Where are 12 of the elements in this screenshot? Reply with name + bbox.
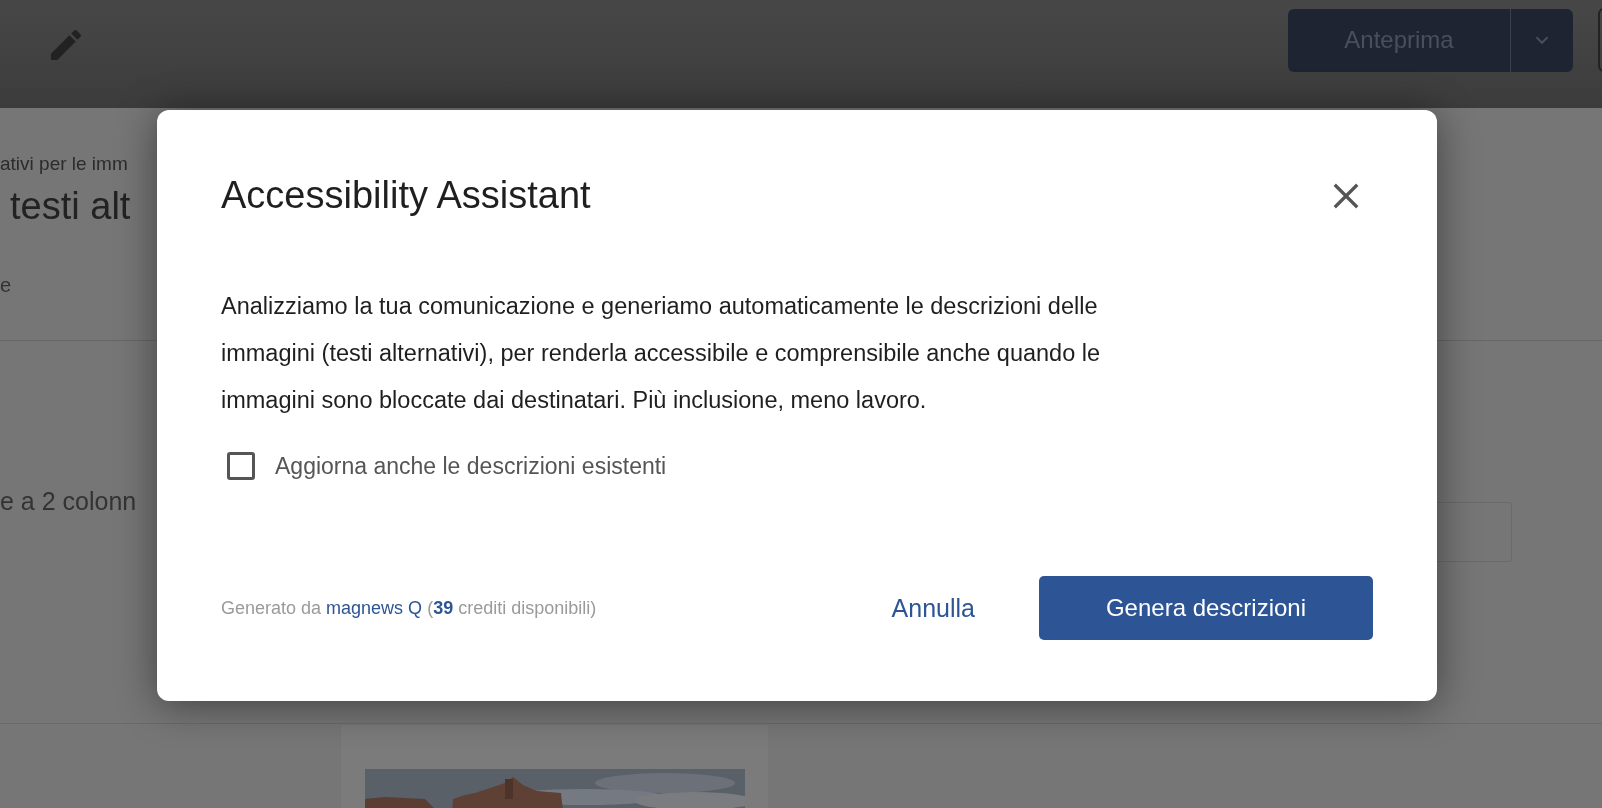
layout-label: e a 2 colonn <box>0 487 138 516</box>
chevron-down-icon <box>1535 35 1549 45</box>
page-heading: testi alt <box>9 185 132 228</box>
credits-note: Generato da magnews Q (39 crediti disponibili) <box>221 597 597 619</box>
cancel-button[interactable]: Annulla <box>877 583 989 633</box>
generate-button[interactable]: Genera descrizioni <box>1039 576 1373 640</box>
dialog-title: Accessibility Assistant <box>221 174 591 217</box>
dialog-description: Analizziamo la tua comunicazione e generiamo automaticamente le descrizioni delle immagini (testi alternativi), per renderla accessibile e comprensibile anche quando le immagini sono bloccate dai destinatari. Più inclusione, meno lavoro. <box>221 292 1102 415</box>
checkbox-label[interactable]: Aggiorna anche le descrizioni esistenti <box>275 452 667 480</box>
magnews-link[interactable]: magnews Q <box>326 597 423 618</box>
checkbox[interactable] <box>227 452 255 480</box>
page-subtitle: ativi per le imm <box>0 153 129 175</box>
